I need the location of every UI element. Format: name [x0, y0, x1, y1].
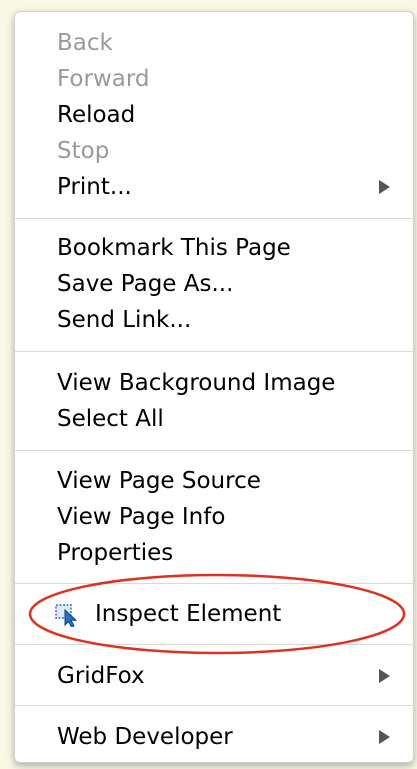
menu-item-stop[interactable]: Stop [15, 133, 413, 169]
menu-item-print-label: Print... [57, 174, 132, 200]
menu-item-save-page-as[interactable]: Save Page As... [15, 266, 413, 302]
menu-item-save-page-as-label: Save Page As... [57, 271, 234, 297]
menu-item-reload-label: Reload [57, 102, 136, 128]
menu-item-back-label: Back [57, 30, 113, 56]
menu-separator [15, 705, 413, 706]
menu-separator [15, 583, 413, 584]
menu-item-inspect-element[interactable]: Inspect Element [15, 596, 413, 632]
menu-item-send-link[interactable]: Send Link... [15, 302, 413, 338]
menu-separator [15, 351, 413, 352]
inspect-cursor-icon [55, 603, 81, 628]
menu-item-bookmark-page-label: Bookmark This Page [57, 235, 291, 261]
menu-separator [15, 644, 413, 645]
menu-item-view-background-image-label: View Background Image [57, 370, 336, 396]
menu-item-inspect-element-label: Inspect Element [95, 601, 282, 627]
submenu-arrow-icon [379, 669, 390, 683]
submenu-arrow-icon [379, 180, 390, 194]
menu-item-view-page-source-label: View Page Source [57, 468, 261, 494]
context-menu: Back Forward Reload Stop Print... Bookma… [14, 11, 414, 763]
menu-item-send-link-label: Send Link... [57, 307, 192, 333]
menu-item-stop-label: Stop [57, 138, 110, 164]
menu-item-gridfox[interactable]: GridFox [15, 658, 413, 694]
menu-item-reload[interactable]: Reload [15, 97, 413, 133]
menu-item-view-background-image[interactable]: View Background Image [15, 365, 413, 401]
menu-item-select-all[interactable]: Select All [15, 401, 413, 437]
menu-item-view-page-info[interactable]: View Page Info [15, 499, 413, 535]
menu-separator [15, 450, 413, 451]
menu-item-gridfox-label: GridFox [57, 663, 145, 689]
menu-item-properties-label: Properties [57, 540, 174, 566]
menu-item-properties[interactable]: Properties [15, 535, 413, 571]
menu-item-view-page-info-label: View Page Info [57, 504, 226, 530]
menu-item-back[interactable]: Back [15, 25, 413, 61]
menu-item-web-developer[interactable]: Web Developer [15, 719, 413, 755]
menu-item-web-developer-label: Web Developer [57, 724, 233, 750]
menu-item-forward[interactable]: Forward [15, 61, 413, 97]
menu-item-select-all-label: Select All [57, 406, 164, 432]
menu-separator [15, 218, 413, 219]
menu-item-print[interactable]: Print... [15, 169, 413, 205]
menu-item-forward-label: Forward [57, 66, 150, 92]
submenu-arrow-icon [379, 730, 390, 744]
menu-item-view-page-source[interactable]: View Page Source [15, 463, 413, 499]
menu-item-bookmark-page[interactable]: Bookmark This Page [15, 230, 413, 266]
